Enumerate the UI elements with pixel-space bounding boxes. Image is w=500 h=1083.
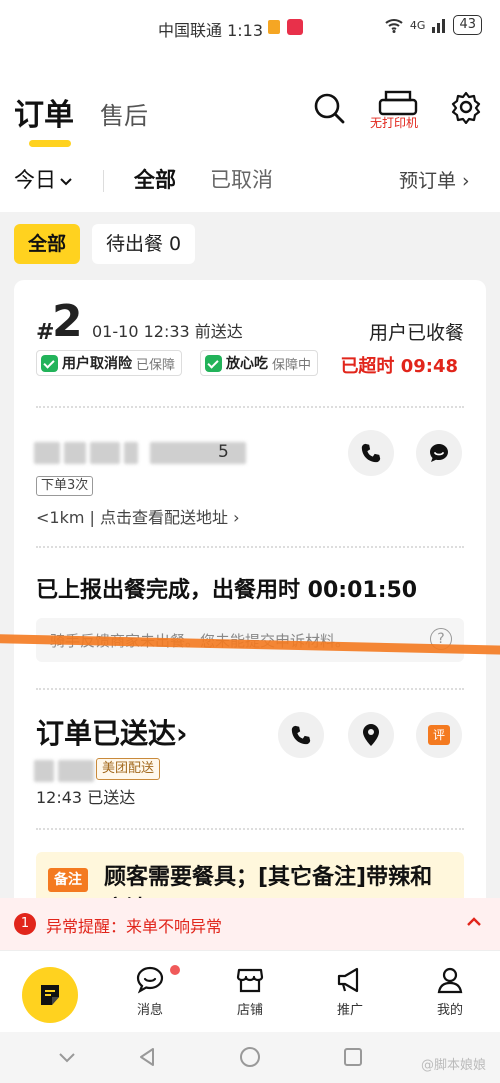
nav-home-icon[interactable] bbox=[239, 1046, 261, 1068]
delivery-type-tag: 美团配送 bbox=[96, 758, 161, 780]
phone-icon bbox=[361, 443, 381, 463]
order-number: 2 bbox=[52, 296, 83, 347]
nav-back-icon[interactable] bbox=[136, 1046, 158, 1068]
divider bbox=[36, 406, 464, 408]
call-customer-button[interactable] bbox=[348, 430, 394, 476]
tab-store[interactable]: 店铺 bbox=[220, 965, 280, 1018]
order-card[interactable]: # 2 01-10 12:33 前送达 用户已收餐 用户取消险 已保障 放心吃 … bbox=[14, 280, 486, 920]
customer-phone-suffix: 5 bbox=[218, 442, 229, 462]
filter-cancelled[interactable]: 已取消 bbox=[210, 164, 273, 194]
divider bbox=[36, 546, 464, 548]
message-icon bbox=[136, 966, 164, 994]
store-icon bbox=[236, 968, 264, 993]
tab-label: 店铺 bbox=[236, 1003, 263, 1018]
chat-icon bbox=[430, 444, 448, 462]
divider bbox=[36, 688, 464, 690]
date-filter-dropdown[interactable]: 今日 bbox=[14, 164, 73, 194]
chat-customer-button[interactable] bbox=[416, 430, 462, 476]
badge-title: 放心吃 bbox=[226, 356, 268, 372]
tab-label: 推广 bbox=[336, 1003, 363, 1018]
watermark: @脚本娘娘 bbox=[420, 1058, 486, 1073]
nav-recent-icon[interactable] bbox=[342, 1046, 364, 1068]
search-icon[interactable] bbox=[313, 92, 345, 124]
signal-icon bbox=[432, 19, 446, 33]
delivery-address-link[interactable]: <1km | 点击查看配送地址 › bbox=[36, 504, 240, 528]
header: 订单 售后 无打印机 bbox=[0, 84, 500, 147]
preorder-link[interactable]: 预订单 › bbox=[399, 166, 470, 193]
location-pin-icon bbox=[363, 724, 379, 746]
chevron-up-icon[interactable] bbox=[464, 912, 484, 932]
rider-name-redacted bbox=[34, 758, 94, 784]
alert-text: 异常提醒：来单不响异常 bbox=[46, 917, 223, 936]
unread-dot bbox=[170, 965, 180, 975]
tab-mine[interactable]: 我的 bbox=[420, 965, 480, 1018]
wifi-icon bbox=[385, 19, 403, 33]
order-status: 用户已收餐 bbox=[368, 322, 464, 344]
alert-count: 1 bbox=[14, 913, 36, 935]
tab-active-indicator bbox=[29, 140, 71, 147]
tab-aftersale[interactable]: 售后 bbox=[100, 96, 148, 131]
carrier-time: 中国联通 1:13 bbox=[158, 21, 264, 40]
heart-shield-icon bbox=[205, 354, 222, 372]
chip-pending-meal[interactable]: 待出餐 0 bbox=[92, 224, 196, 264]
app-notification-icon bbox=[287, 19, 303, 35]
chip-all[interactable]: 全部 bbox=[14, 224, 81, 264]
status-chips: 全部 待出餐 0 bbox=[14, 224, 196, 264]
overtime-timer: 已超时 09:48 bbox=[340, 356, 458, 377]
tab-label: 我的 bbox=[436, 1003, 463, 1018]
filter-divider bbox=[103, 170, 104, 192]
chevron-down-icon bbox=[60, 178, 72, 186]
review-icon: 评 bbox=[428, 725, 450, 745]
printer-status-label: 无打印机 bbox=[370, 116, 419, 130]
orders-tab-button[interactable] bbox=[22, 967, 78, 1023]
notification-icon bbox=[268, 20, 280, 34]
gear-icon[interactable] bbox=[449, 90, 483, 124]
badge-safe-eat[interactable]: 放心吃 保障中 bbox=[200, 350, 319, 376]
tab-orders[interactable]: 订单 bbox=[14, 90, 74, 134]
network-type: 4G bbox=[409, 18, 426, 32]
shield-check-icon bbox=[41, 354, 58, 372]
system-nav-bar: @脚本娘娘 bbox=[0, 1032, 500, 1083]
exception-alert-bar[interactable]: 1 异常提醒：来单不响异常 bbox=[0, 898, 500, 950]
filter-all[interactable]: 全部 bbox=[134, 164, 176, 194]
date-filter-label: 今日 bbox=[14, 168, 56, 192]
order-note-icon bbox=[41, 985, 59, 1005]
delivered-time: 12:43 已送达 bbox=[36, 788, 136, 807]
filter-bar: 今日 全部 已取消 预订单 › bbox=[0, 162, 500, 202]
printer-icon[interactable] bbox=[372, 90, 424, 116]
rider-location-button[interactable] bbox=[348, 712, 394, 758]
badge-sub: 已保障 bbox=[136, 357, 176, 373]
battery-level: 43 bbox=[453, 15, 482, 35]
tab-label: 消息 bbox=[136, 1003, 163, 1018]
bottom-tab-bar: 消息 店铺 推广 我的 bbox=[0, 950, 500, 1032]
phone-icon bbox=[291, 725, 311, 745]
divider bbox=[36, 828, 464, 830]
tab-promotion[interactable]: 推广 bbox=[320, 965, 380, 1018]
megaphone-icon bbox=[337, 967, 359, 993]
nav-collapse-icon[interactable] bbox=[56, 1046, 78, 1068]
review-rider-button[interactable]: 评 bbox=[416, 712, 462, 758]
deliver-deadline: 01-10 12:33 前送达 bbox=[92, 322, 243, 341]
customer-name-redacted bbox=[34, 440, 246, 466]
order-delivered-link[interactable]: 订单已送达› bbox=[36, 712, 188, 752]
call-rider-button[interactable] bbox=[278, 712, 324, 758]
badge-cancel-insurance[interactable]: 用户取消险 已保障 bbox=[36, 350, 183, 376]
status-bar: 中国联通 1:13 4G 43 bbox=[0, 0, 500, 56]
badge-title: 用户取消险 bbox=[62, 356, 132, 372]
remark-tag: 备注 bbox=[48, 868, 88, 892]
user-icon bbox=[437, 967, 463, 994]
status-right: 4G 43 bbox=[384, 15, 482, 35]
meal-ready-report: 已上报出餐完成，出餐用时 00:01:50 bbox=[36, 578, 418, 603]
badge-sub: 保障中 bbox=[272, 357, 312, 373]
order-count-tag: 下单3次 bbox=[36, 476, 94, 496]
